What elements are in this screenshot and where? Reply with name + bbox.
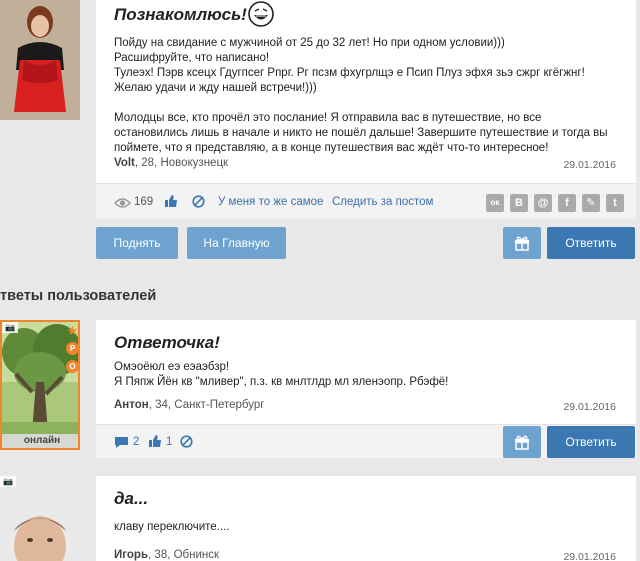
comments-count: 2: [133, 436, 140, 448]
same-here-link[interactable]: У меня то же самое: [218, 196, 323, 208]
reply-card: да... клаву переключите.... Игорь, 38, О…: [96, 476, 636, 561]
post-footer: 169 У меня то же самое Следить за постом…: [96, 183, 636, 219]
author-avatar[interactable]: [0, 0, 80, 120]
author-name[interactable]: Антон: [114, 399, 149, 411]
facebook-share-icon[interactable]: f: [558, 194, 576, 212]
reply-date: 29.01.2016: [563, 551, 616, 561]
post-body-line: Молодцы все, кто прочёл это послание! Я …: [114, 112, 542, 124]
gift-button[interactable]: [503, 227, 541, 259]
raise-button[interactable]: Поднять: [96, 227, 178, 259]
reply-title: да...: [114, 489, 149, 508]
vk-share-icon[interactable]: В: [510, 194, 528, 212]
livejournal-share-icon[interactable]: ✎: [582, 194, 600, 212]
author-info: , 28, Новокузнецк: [134, 157, 229, 169]
post-card: Познакомлюсь! Пойду на свидание с мужчин…: [96, 0, 636, 183]
comment-icon[interactable]: [114, 436, 129, 454]
block-icon[interactable]: [192, 195, 205, 213]
reply-card: Ответочка! Омэоёюл еэ еэаэбзр! Я Пяпж Йё…: [96, 320, 636, 424]
camera-icon: 📷: [0, 476, 16, 487]
gift-icon: [515, 236, 529, 251]
ok-badge-icon: O: [66, 360, 78, 373]
reply-button[interactable]: Ответить: [547, 426, 635, 458]
likes-count: 1: [166, 436, 173, 448]
post-body-line: остановились лишь в начале и никто не по…: [114, 127, 608, 139]
reply-date: 29.01.2016: [563, 401, 616, 413]
views-count: 169: [134, 196, 154, 208]
eye-icon: [114, 196, 131, 214]
gift-icon: [515, 435, 529, 450]
reply-body-line: клаву переключите....: [114, 521, 230, 533]
mail-share-icon[interactable]: @: [534, 194, 552, 212]
home-button[interactable]: На Главную: [187, 227, 286, 259]
gift-button[interactable]: [503, 426, 541, 458]
online-status: онлайн: [2, 434, 78, 448]
star-badge-icon: ★: [66, 323, 79, 338]
post-body-line: поймете, что я представляю, а в конце пу…: [114, 142, 549, 154]
like-icon[interactable]: [164, 194, 178, 213]
author-info: , 38, Обнинск: [148, 549, 220, 561]
post-title: Познакомлюсь!: [114, 5, 247, 24]
like-icon[interactable]: [148, 434, 162, 453]
camera-icon: 📷: [2, 322, 18, 333]
reply-body-line: Я Пяпж Йён кв "мливер", п.з. кв мнлтлдр …: [114, 376, 449, 388]
post-body-line: Расшифруйте, что написано!: [114, 52, 270, 64]
block-icon[interactable]: [180, 435, 193, 453]
twitter-share-icon[interactable]: t: [606, 194, 624, 212]
post-body-line: Пойду на свидание с мужчиной от 25 до 32…: [114, 37, 505, 49]
follow-post-link[interactable]: Следить за постом: [332, 196, 433, 208]
rating-badge-icon: P: [66, 342, 78, 355]
reply-author-avatar[interactable]: 📷: [0, 476, 80, 561]
reply-author-avatar[interactable]: 📷 ★ P O онлайн: [0, 320, 80, 450]
reply-author[interactable]: Антон, 34, Санкт-Петербург: [114, 399, 264, 411]
post-date: 29.01.2016: [563, 159, 616, 171]
post-body-line: Желаю удачи и жду нашей встречи!))): [114, 82, 317, 94]
replies-section-title: тветы пользователей: [0, 288, 157, 304]
reply-body-line: Омэоёюл еэ еэаэбзр!: [114, 361, 230, 373]
author-info: , 34, Санкт-Петербург: [148, 399, 265, 411]
post-author[interactable]: Volt, 28, Новокузнецк: [114, 157, 228, 169]
reply-button[interactable]: Ответить: [547, 227, 635, 259]
post-body-line: Тулеэх! Пэрв ксецх Гдугпсег Рпрг. Рг псз…: [114, 67, 585, 79]
author-name[interactable]: Игорь: [114, 549, 148, 561]
reply-author[interactable]: Игорь, 38, Обнинск: [114, 549, 219, 561]
smiley-icon: [246, 0, 276, 33]
author-name[interactable]: Volt: [114, 157, 135, 169]
reply-title: Ответочка!: [114, 333, 220, 352]
odnoklassniki-share-icon[interactable]: ок: [486, 194, 504, 212]
